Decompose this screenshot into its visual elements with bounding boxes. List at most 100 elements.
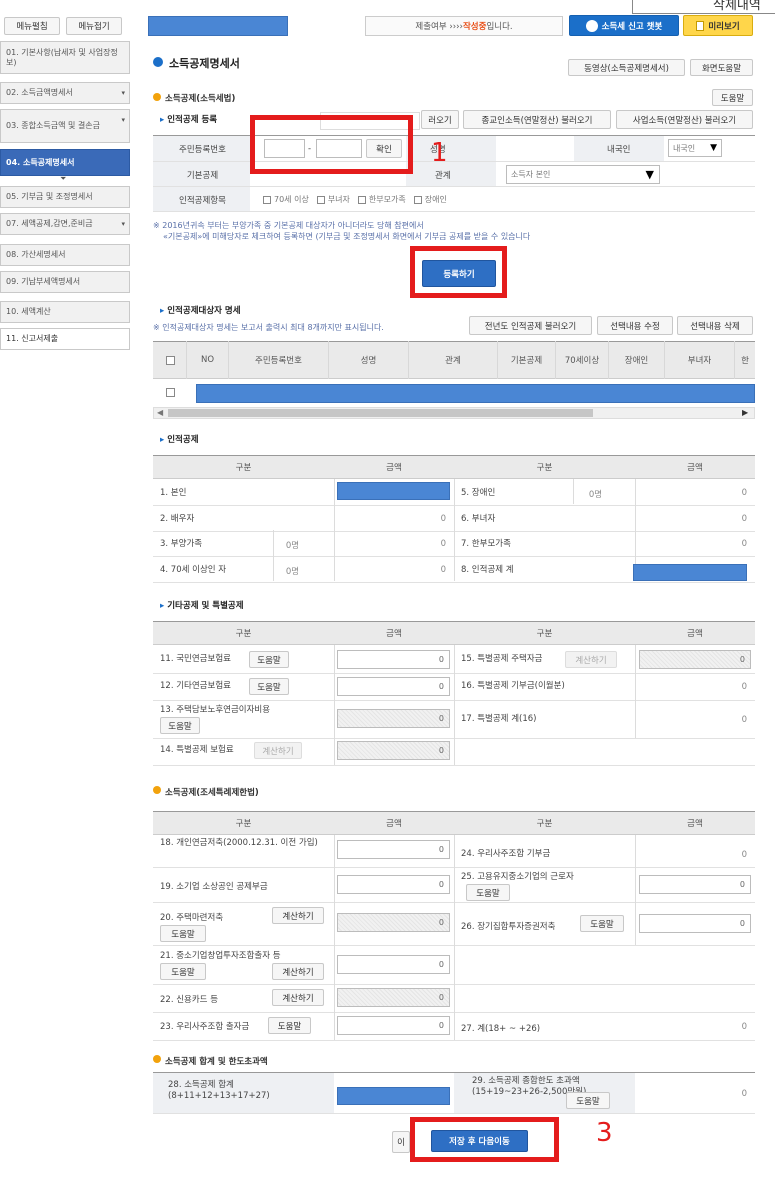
extra-item-checkbox[interactable] xyxy=(316,195,325,204)
extra-item-checkbox[interactable] xyxy=(357,195,366,204)
scroll-left-icon[interactable]: ◀ xyxy=(157,408,163,417)
horizontal-scrollbar[interactable]: ◀ ▶ xyxy=(153,407,755,419)
r22-label: 22. 신용카드 등 xyxy=(160,995,219,1005)
personal-right-label: 6. 부녀자 xyxy=(461,514,496,524)
r12-amount-input[interactable]: 0 xyxy=(337,677,450,696)
list-header-cell: 한 xyxy=(734,341,755,379)
sidebar-item[interactable]: 05. 기부금 및 조정명세서 xyxy=(0,186,130,208)
scroll-right-icon[interactable]: ▶ xyxy=(742,408,748,417)
r26-amount-input[interactable]: 0 xyxy=(639,914,751,933)
other-title: ▸ 기타공제 및 특별공제 xyxy=(160,601,244,611)
r11-amount-input[interactable]: 0 xyxy=(337,650,450,669)
business-income-load-button[interactable]: 사업소득(연말정산) 불러오기 xyxy=(616,110,753,129)
r22-calc-button[interactable]: 계산하기 xyxy=(272,989,324,1006)
prev-button[interactable]: 이 xyxy=(392,1131,410,1153)
annotation-box-3 xyxy=(410,1117,559,1162)
r24-amount: 0 xyxy=(741,850,747,860)
other-h-gubun-left: 구분 xyxy=(153,621,334,645)
status-value: 작성중 xyxy=(462,22,487,32)
r23-help-button[interactable]: 도움말 xyxy=(268,1017,311,1034)
nationality-label: 내국인 xyxy=(607,144,631,155)
nationality-select[interactable]: 내국인 ▼ xyxy=(668,139,722,157)
sidebar-item[interactable]: 02. 소득금액명세서 ▾ xyxy=(0,82,130,104)
extra-item-checkbox[interactable] xyxy=(263,195,271,204)
r14-amount-input: 0 xyxy=(337,741,450,760)
r19-amount-input[interactable]: 0 xyxy=(337,875,450,894)
r25-amount-input[interactable]: 0 xyxy=(639,875,751,894)
sidebar-item[interactable]: 07. 세액공제,감면,준비금 ▾ xyxy=(0,213,130,235)
screen-help-button[interactable]: 화면도움말 xyxy=(690,59,753,76)
row-checkbox[interactable] xyxy=(166,388,175,397)
r20-calc-button[interactable]: 계산하기 xyxy=(272,907,324,924)
relation-select[interactable]: 소득자 본인 ▼ xyxy=(506,165,660,184)
col-divider xyxy=(334,479,335,581)
r28-label: 28. 소득공제 합계(8+11+12+13+17+27) xyxy=(168,1080,270,1101)
personal-right-label: 5. 장애인 xyxy=(461,488,496,498)
personal-title-text: 인적공제 xyxy=(167,435,199,445)
extra-items-label: 인적공제항목 xyxy=(179,195,226,206)
sidebar-item[interactable]: 08. 가산세명세서 xyxy=(0,244,130,266)
other-h-amount-right: 금액 xyxy=(635,621,755,645)
r26-help-button[interactable]: 도움말 xyxy=(580,915,624,932)
load-button-1[interactable]: 러오기 xyxy=(421,110,459,129)
chatbot-button[interactable]: 소득세 신고 챗봇 xyxy=(569,15,679,36)
religious-income-load-button[interactable]: 종교인소득(연말정산) 불러오기 xyxy=(463,110,611,129)
menu-expand-button[interactable]: 메뉴펼침 xyxy=(4,17,60,35)
preview-button[interactable]: 미리보기 xyxy=(683,15,753,36)
deleted-history-corner[interactable]: 삭제내역 xyxy=(632,0,775,14)
notice-line-1: ※ 2016년귀속 부터는 부양가족 중 기본공제 대상자가 아니더라도 당해 … xyxy=(153,221,424,230)
list-note: ※ 인적공제대상자 명세는 보고서 출력시 최대 8개까지만 표시됩니다. xyxy=(153,323,384,332)
personal-right-label: 8. 인적공제 계 xyxy=(461,565,514,575)
r23-amount-input[interactable]: 0 xyxy=(337,1016,450,1035)
r12-label: 12. 기타연금보험료 xyxy=(160,681,231,691)
sidebar-item[interactable]: 03. 종합소득금액 및 결손금 ▾ xyxy=(0,109,130,143)
section1-help-button[interactable]: 도움말 xyxy=(712,89,753,106)
list-header-cell: 장애인 xyxy=(608,341,664,379)
other-h-gubun-right: 구분 xyxy=(454,621,635,645)
r20-help-button[interactable]: 도움말 xyxy=(160,925,206,942)
extra-item-checkbox[interactable] xyxy=(413,195,422,204)
relation-label: 관계 xyxy=(435,170,451,181)
chevron-down-icon[interactable]: ▾ xyxy=(121,88,125,98)
personal-left-amount: 0 xyxy=(440,539,446,549)
video-button[interactable]: 동영상(소득공제명세서) xyxy=(568,59,685,76)
personal-h-gubun-right: 구분 xyxy=(454,455,635,479)
sidebar-item[interactable]: 01. 기본사항(납세자 및 사업장정보) xyxy=(0,41,130,74)
r12-help-button[interactable]: 도움말 xyxy=(249,678,289,695)
r11-help-button[interactable]: 도움말 xyxy=(249,651,289,668)
r25-help-button[interactable]: 도움말 xyxy=(466,884,510,901)
select-all-checkbox[interactable] xyxy=(166,356,175,365)
r13-help-button[interactable]: 도움말 xyxy=(160,717,200,734)
r21-label: 21. 중소기업창업투자조합출자 등 xyxy=(160,951,281,961)
scrollbar-thumb[interactable] xyxy=(168,409,593,417)
chevron-down-icon[interactable]: ▾ xyxy=(121,219,125,229)
r21-help-button[interactable]: 도움말 xyxy=(160,963,206,980)
list-header-cell: 주민등록번호 xyxy=(228,341,328,379)
redacted-self-amount xyxy=(337,482,450,500)
active-arrow-icon: ⏷ xyxy=(60,174,67,183)
r14-label: 14. 특별공제 보험료 xyxy=(160,745,234,755)
personal-h-gubun-left: 구분 xyxy=(153,455,334,479)
sidebar-item[interactable]: 10. 세액계산 xyxy=(0,301,130,323)
r21-calc-button[interactable]: 계산하기 xyxy=(272,963,324,980)
sidebar-item[interactable]: 04. 소득공제명세서 xyxy=(0,149,130,176)
prev-year-load-button[interactable]: 전년도 인적공제 불러오기 xyxy=(469,316,592,335)
delete-selected-button[interactable]: 선택내용 삭제 xyxy=(677,316,753,335)
r29-help-button[interactable]: 도움말 xyxy=(566,1092,610,1109)
r14-calc-button[interactable]: 계산하기 xyxy=(254,742,302,759)
r21-amount-input[interactable]: 0 xyxy=(337,955,450,974)
chevron-down-icon: ▼ xyxy=(645,168,654,181)
sidebar-item[interactable]: 11. 신고서제출 xyxy=(0,328,130,350)
annotation-box-1 xyxy=(250,115,413,174)
r18-amount-input[interactable]: 0 xyxy=(337,840,450,859)
r15-calc-button[interactable]: 계산하기 xyxy=(565,651,617,668)
personal-h-amount-right: 금액 xyxy=(635,455,755,479)
other-title-text: 기타공제 및 특별공제 xyxy=(167,601,244,611)
chevron-down-icon[interactable]: ▾ xyxy=(121,115,125,125)
edit-selected-button[interactable]: 선택내용 수정 xyxy=(597,316,673,335)
sidebar-item[interactable]: 09. 기납부세액명세서 xyxy=(0,271,130,293)
menu-collapse-button[interactable]: 메뉴접기 xyxy=(66,17,122,35)
list-title-text: 인적공제대상자 명세 xyxy=(167,306,241,316)
personal-left-count: 0명 xyxy=(285,567,300,577)
basic-deduction-label: 기본공제 xyxy=(186,170,219,181)
